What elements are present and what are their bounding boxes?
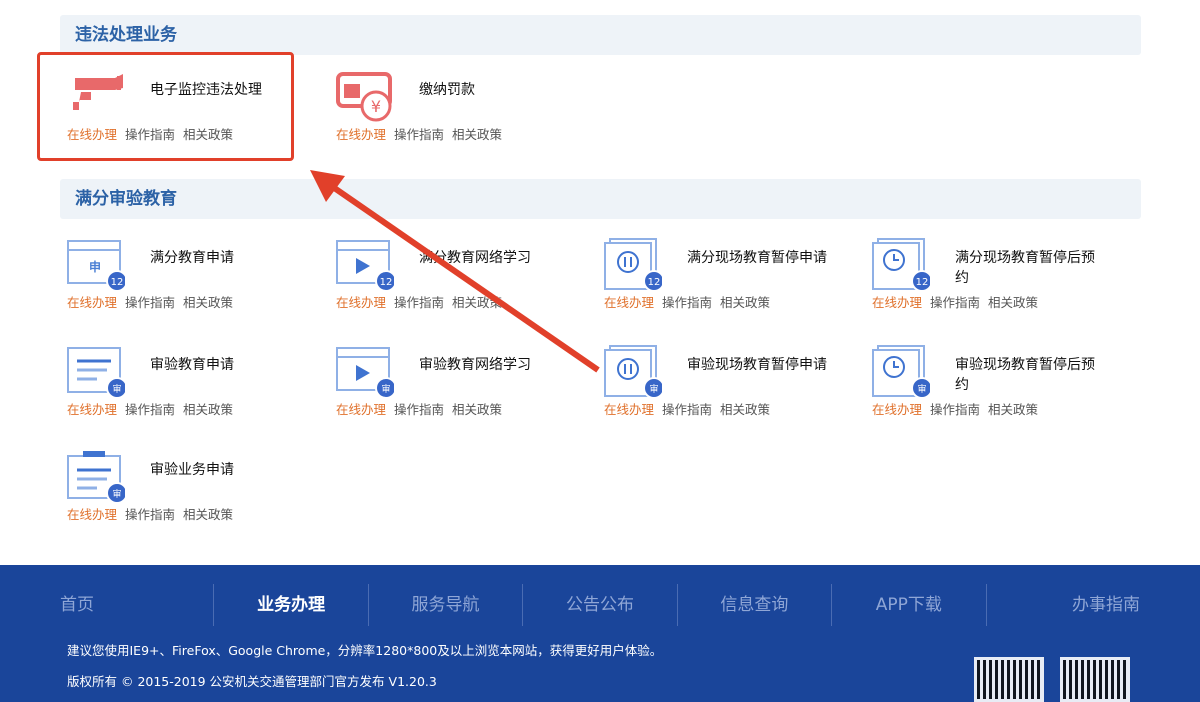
footer-nav: 首页 业务办理 服务导航 公告公布 信息查询 APP下载 办事指南	[60, 584, 1140, 626]
footer: 首页 业务办理 服务导航 公告公布 信息查询 APP下载 办事指南 建议您使用IE9+、Fi…	[0, 565, 1200, 702]
footer-nav-item[interactable]: 公告公布	[522, 584, 676, 626]
footer-nav-item[interactable]: 业务办理	[213, 584, 367, 626]
footer-nav-item[interactable]: 服务导航	[367, 584, 522, 626]
footer-nav-item[interactable]: 信息查询	[676, 584, 831, 626]
annotation-arrow	[310, 170, 600, 373]
browser-notice: 建议您使用IE9+、FireFox、Google Chrome，分辨率1280*…	[67, 643, 663, 658]
qr-code-app	[974, 657, 1044, 702]
qr-code-wechat	[1060, 657, 1130, 702]
footer-nav-item[interactable]: APP下载	[831, 584, 985, 626]
footer-nav-item[interactable]: 首页	[60, 584, 213, 626]
copyright: 版权所有 © 2015-2019 公安机关交通管理部门官方发布 V1.20.3	[67, 674, 437, 689]
footer-nav-item[interactable]: 办事指南	[985, 584, 1140, 626]
